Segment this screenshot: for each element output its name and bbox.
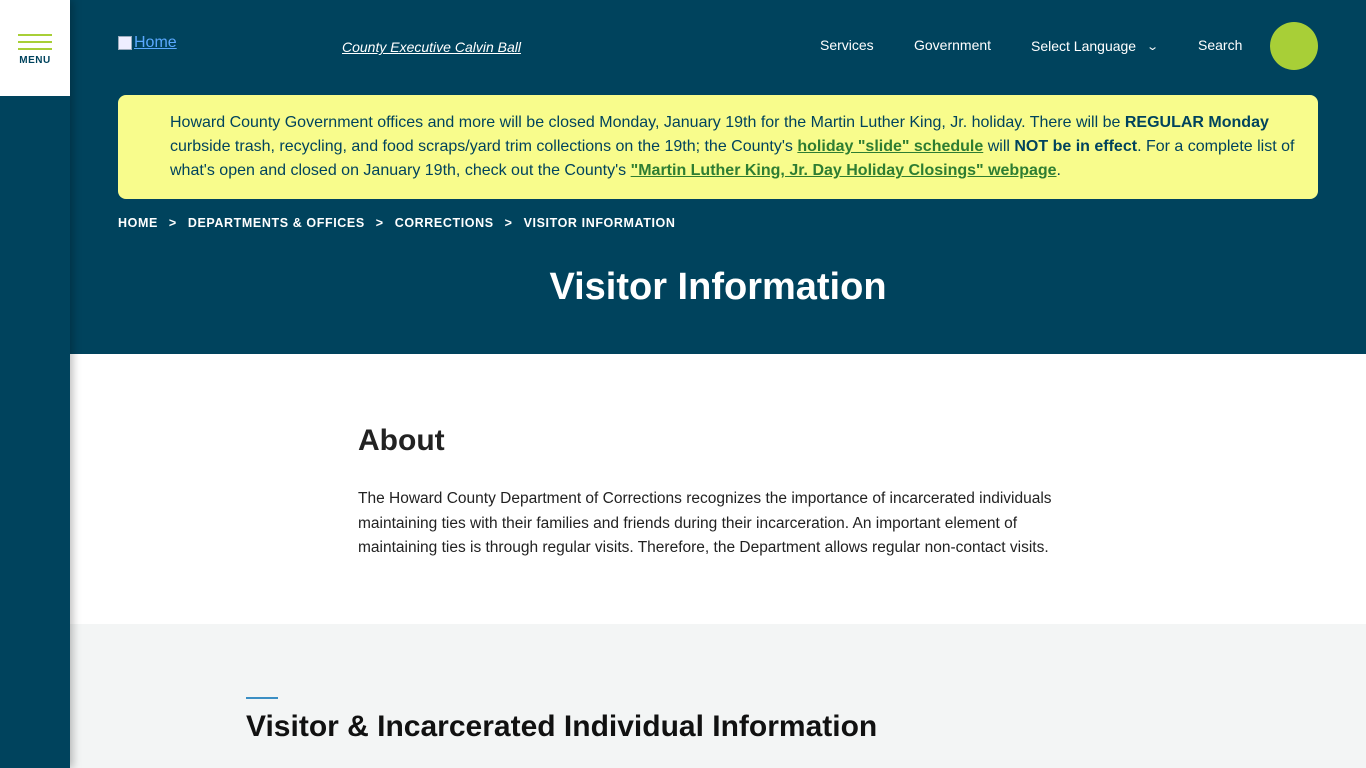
nav-search[interactable]: Search <box>1198 37 1242 53</box>
holiday-slide-schedule-link[interactable]: holiday "slide" schedule <box>797 138 983 155</box>
nav-government[interactable]: Government <box>914 37 991 53</box>
chevron-down-icon: ⌄ <box>1146 40 1160 53</box>
breadcrumb-current: VISITOR INFORMATION <box>523 216 676 230</box>
visitor-info-section: Visitor & Incarcerated Individual Inform… <box>70 624 1366 768</box>
alert-text: Howard County Government offices and mor… <box>170 114 1125 131</box>
menu-label: MENU <box>19 55 51 66</box>
language-select-label: Select Language <box>1031 38 1137 54</box>
home-logo-alt: Home <box>134 34 177 51</box>
holiday-alert-banner: Howard County Government offices and mor… <box>118 95 1318 199</box>
about-section: About The Howard County Department of Co… <box>70 354 1366 624</box>
broken-image-icon <box>118 36 132 50</box>
breadcrumb-departments[interactable]: DEPARTMENTS & OFFICES <box>188 216 365 230</box>
mlk-closings-link[interactable]: "Martin Luther King, Jr. Day Holiday Clo… <box>631 162 1057 179</box>
visitor-info-heading: Visitor & Incarcerated Individual Inform… <box>246 710 878 743</box>
hamburger-icon <box>18 34 52 50</box>
left-rail: MENU <box>0 0 70 768</box>
breadcrumb-corrections[interactable]: CORRECTIONS <box>395 216 494 230</box>
menu-button[interactable]: MENU <box>0 0 70 96</box>
home-logo-link[interactable]: Home <box>118 34 177 52</box>
alert-bold-not-in-effect: NOT be in effect <box>1014 138 1138 155</box>
county-executive-link[interactable]: County Executive Calvin Ball <box>342 39 521 55</box>
language-select[interactable]: Select Language ⌄ <box>1031 38 1160 54</box>
breadcrumb-separator: > <box>168 216 177 230</box>
page-title: Visitor Information <box>549 266 887 308</box>
heading-accent-line <box>246 697 278 699</box>
breadcrumb-separator: > <box>504 216 513 230</box>
about-body: The Howard County Department of Correcti… <box>358 490 1052 556</box>
breadcrumb-separator: > <box>375 216 384 230</box>
alert-bold-regular: REGULAR Monday <box>1124 114 1269 131</box>
about-heading: About <box>358 424 445 457</box>
search-circle-button[interactable] <box>1270 22 1318 70</box>
breadcrumb-home[interactable]: HOME <box>118 216 158 230</box>
breadcrumb: HOME > DEPARTMENTS & OFFICES > CORRECTIO… <box>118 216 675 230</box>
alert-text: . <box>1056 162 1061 179</box>
alert-text: curbside trash, recycling, and food scra… <box>170 138 798 155</box>
alert-text: will <box>983 138 1015 155</box>
nav-services[interactable]: Services <box>820 37 874 53</box>
header-band: Home County Executive Calvin Ball Servic… <box>70 0 1366 354</box>
